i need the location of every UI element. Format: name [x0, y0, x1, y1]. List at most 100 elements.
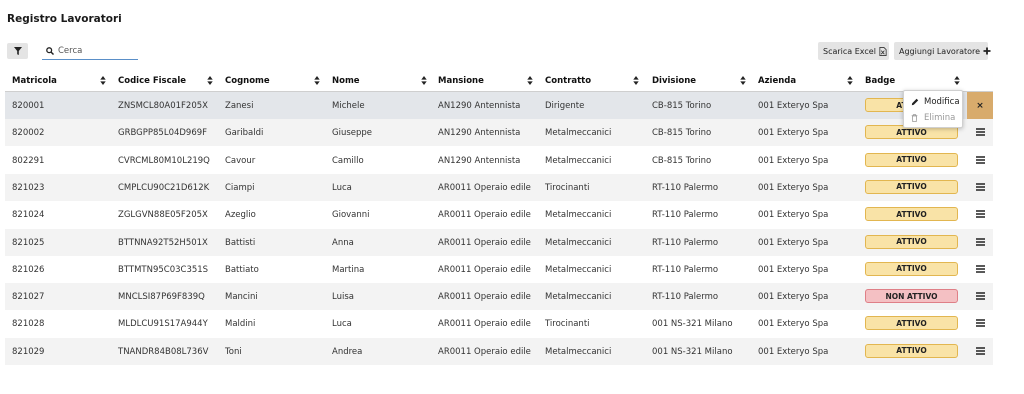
table-row[interactable]: 821023 CMPLCU90C21D612K Ciampi Luca AR0011 O… — [5, 173, 993, 201]
cell-azienda: 001 Exteryo Spa — [758, 237, 829, 248]
cell-mansione: AR0011 Operaio edile — [438, 264, 531, 275]
cell-divisione: RT-110 Palermo — [652, 182, 719, 193]
hamburger-menu-icon[interactable] — [974, 208, 986, 220]
sort-icon[interactable] — [100, 76, 106, 88]
cell-matricola: 821023 — [12, 182, 45, 193]
add-worker-button[interactable]: Aggiungi Lavoratore — [894, 42, 991, 60]
cell-cognome: Battisti — [225, 237, 256, 248]
hamburger-menu-icon[interactable] — [974, 345, 986, 357]
cell-codice-fiscale: CVRCML80M10L219Q — [118, 155, 210, 166]
cell-matricola: 821025 — [12, 237, 45, 248]
cell-azienda: 001 Exteryo Spa — [758, 264, 829, 275]
header-badge[interactable]: Badge — [865, 76, 895, 86]
cell-mansione: AN1290 Antennista — [438, 128, 521, 139]
header-contratto[interactable]: Contratto — [545, 76, 591, 86]
header-codice-fiscale[interactable]: Codice Fiscale — [118, 76, 186, 86]
cell-divisione: RT-110 Palermo — [652, 237, 719, 248]
hamburger-menu-icon[interactable] — [974, 154, 986, 166]
cell-azienda: 001 Exteryo Spa — [758, 319, 829, 330]
plus-icon — [983, 47, 991, 55]
cell-mansione: AR0011 Operaio edile — [438, 292, 531, 303]
table-row[interactable]: 821029 TNANDR84B08L736V Toni Andrea AR0011 O… — [5, 337, 993, 365]
header-cognome[interactable]: Cognome — [225, 76, 270, 86]
cell-cognome: Cavour — [225, 155, 256, 166]
trash-icon — [911, 114, 921, 122]
table-row[interactable]: 802291 CVRCML80M10L219Q Cavour Camillo AN129… — [5, 147, 993, 174]
sort-icon[interactable] — [633, 76, 639, 88]
status-badge: ATTIVO — [865, 261, 958, 276]
cell-contratto: Metalmeccanici — [545, 128, 612, 139]
cell-cognome: Ciampi — [225, 182, 255, 193]
status-badge: ATTIVO — [865, 234, 958, 249]
header-mansione[interactable]: Mansione — [438, 76, 484, 86]
cell-cognome: Maldini — [225, 319, 256, 330]
header-divisione[interactable]: Divisione — [652, 76, 696, 86]
cell-nome: Luca — [332, 182, 352, 193]
header-nome[interactable]: Nome — [332, 76, 360, 86]
sort-icon[interactable] — [314, 76, 320, 88]
hamburger-menu-icon[interactable] — [974, 290, 986, 302]
table-row[interactable]: 821026 BTTMTN95C03C351S Battiato Martina AR0… — [5, 256, 993, 283]
cell-cognome: Mancini — [225, 292, 258, 303]
sort-icon[interactable] — [207, 76, 213, 88]
table-row[interactable]: 821027 MNCLSI87P69F839Q Mancini Luisa AR0011… — [5, 283, 993, 311]
status-badge: NON ATTIVO — [865, 289, 958, 304]
search-box[interactable] — [42, 43, 138, 60]
cell-contratto: Metalmeccanici — [545, 237, 612, 248]
hamburger-menu-icon[interactable] — [974, 317, 986, 329]
header-azienda[interactable]: Azienda — [758, 76, 796, 86]
cell-divisione: 001 NS-321 Milano — [652, 346, 733, 357]
cell-codice-fiscale: ZNSMCL80A01F205X — [118, 101, 208, 111]
table-row[interactable]: 821028 MLDLCU91S17A944Y Maldini Luca AR0011 … — [5, 310, 993, 337]
cell-codice-fiscale: ZGLGVN88E05F205X — [118, 210, 208, 221]
header-matricola[interactable]: Matricola — [12, 76, 57, 86]
cell-contratto: Dirigente — [545, 101, 585, 111]
status-badge: ATTIVO — [865, 179, 958, 194]
cell-azienda: 001 Exteryo Spa — [758, 128, 829, 139]
cell-codice-fiscale: TNANDR84B08L736V — [118, 346, 209, 357]
cell-matricola: 820002 — [12, 128, 45, 139]
cell-azienda: 001 Exteryo Spa — [758, 346, 829, 357]
search-input[interactable] — [58, 46, 138, 56]
add-worker-label: Aggiungi Lavoratore — [899, 46, 981, 56]
cell-mansione: AN1290 Antennista — [438, 155, 521, 166]
table-row[interactable]: 821025 BTTNNA92T52H501X Battisti Anna AR0011… — [5, 228, 993, 256]
table-row[interactable]: 820002 GRBGPP85L04D969F Garibaldi Giuseppe A… — [5, 119, 993, 147]
sort-icon[interactable] — [421, 76, 427, 88]
hamburger-menu-icon[interactable] — [974, 236, 986, 248]
cell-codice-fiscale: BTTMTN95C03C351S — [118, 264, 209, 275]
cell-azienda: 001 Exteryo Spa — [758, 155, 829, 166]
sort-icon[interactable] — [954, 76, 960, 88]
cell-divisione: 001 NS-321 Milano — [652, 319, 733, 330]
filter-button[interactable] — [7, 43, 28, 59]
cell-codice-fiscale: GRBGPP85L04D969F — [118, 128, 208, 139]
filter-icon — [13, 47, 22, 55]
close-icon[interactable]: × — [967, 92, 993, 119]
cell-mansione: AR0011 Operaio edile — [438, 210, 531, 221]
status-badge: ATTIVO — [865, 152, 958, 167]
sort-icon[interactable] — [527, 76, 533, 88]
cell-nome: Anna — [332, 237, 354, 248]
cell-contratto: Metalmeccanici — [545, 264, 612, 275]
file-excel-icon — [879, 46, 887, 56]
menu-item-elimina[interactable]: Elimina — [911, 113, 955, 123]
table-row[interactable]: 820001 ZNSMCL80A01F205X Zanesi Michele AN129… — [5, 92, 993, 119]
table-row[interactable]: 821024 ZGLGVN88E05F205X Azeglio Giovanni AR0… — [5, 201, 993, 228]
sort-icon[interactable] — [847, 76, 853, 88]
table-header: Matricola Codice Fiscale Cognome Nome Ma… — [5, 71, 993, 92]
hamburger-menu-icon[interactable] — [974, 181, 986, 193]
cell-mansione: AN1290 Antennista — [438, 101, 521, 111]
menu-item-modifica[interactable]: Modifica — [911, 97, 960, 107]
export-excel-label: Scarica Excel — [823, 46, 876, 56]
cell-nome: Giovanni — [332, 210, 370, 221]
hamburger-menu-icon[interactable] — [974, 263, 986, 275]
cell-azienda: 001 Exteryo Spa — [758, 292, 829, 303]
export-excel-button[interactable]: Scarica Excel — [818, 42, 889, 60]
cell-matricola: 821027 — [12, 292, 45, 303]
cell-contratto: Metalmeccanici — [545, 210, 612, 221]
sort-icon[interactable] — [740, 76, 746, 88]
hamburger-menu-icon[interactable] — [974, 126, 986, 138]
status-badge: ATTIVO — [865, 316, 958, 331]
menu-item-label: Modifica — [924, 97, 960, 107]
cell-divisione: RT-110 Palermo — [652, 210, 719, 221]
